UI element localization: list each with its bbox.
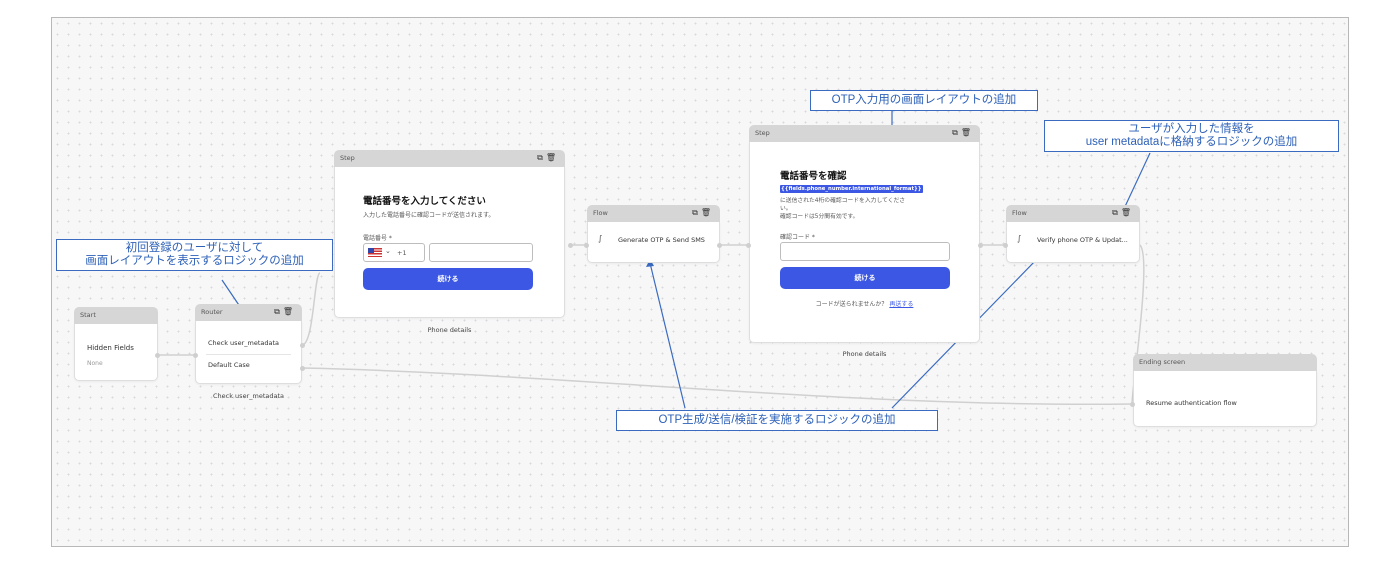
step2-field-label: 確認コード * [780,234,815,241]
connector-lines [158,108,1151,409]
continue-button[interactable]: 続ける [363,268,533,290]
node-header: Flow ⧉🗑 [587,205,720,222]
trash-icon[interactable]: 🗑 [283,307,296,316]
copy-icon[interactable]: ⧉ [952,128,961,137]
resend-row: コードが送られませんか？ 再送する [750,299,979,308]
copy-icon[interactable]: ⧉ [1112,208,1121,217]
chevron-down-icon: ⌄ [385,247,391,255]
phone-number-input[interactable] [429,243,533,262]
dial-code: +1 [397,249,407,257]
trash-icon[interactable]: 🗑 [546,153,559,162]
callout-router-logic: 初回登録のユーザに対して 画面レイアウトを表示するロジックの追加 [56,239,333,271]
node-header: Step ⧉🗑 [749,125,980,142]
node-header: Start [74,307,158,324]
resend-link[interactable]: 再送する [889,301,913,308]
phone-token: {{fields.phone_number.international_form… [780,185,923,193]
step1-desc: 入力した電話番号に確認コードが送信されます。 [363,212,495,219]
node-header: Flow ⧉🗑 [1006,205,1140,222]
router-caption: Check user_metadata [213,392,284,400]
port[interactable] [1003,243,1008,248]
ending-label: Resume authentication flow [1146,399,1237,407]
port[interactable] [300,366,305,371]
port[interactable] [746,243,751,248]
flow1-label: Generate OTP & Send SMS [618,236,705,244]
country-code-select[interactable]: ⌄ +1 [363,243,425,262]
port[interactable] [568,243,573,248]
start-sub: None [87,360,103,367]
router-row-check[interactable]: Check user_metadata [208,339,279,347]
step-node-phone-input[interactable]: Step ⧉🗑 電話番号を入力してください 入力した電話番号に確認コードが送信さ… [334,150,565,318]
router-node[interactable]: Router ⧉🗑 Check user_metadata Default Ca… [195,304,302,384]
step1-caption: Phone details [427,326,472,334]
callout-otp-logic: OTP生成/送信/検証を実施するロジックの追加 [616,410,938,431]
start-node[interactable]: Start Hidden Fields None [74,307,158,381]
step2-caption: Phone details [842,350,887,358]
ending-screen-node[interactable]: Ending screen Resume authentication flow [1133,354,1317,427]
continue-button[interactable]: 続ける [780,267,950,289]
callout-otp-screen: OTP入力用の画面レイアウトの追加 [810,90,1038,111]
flow-node-generate-otp[interactable]: Flow ⧉🗑 ∫ Generate OTP & Send SMS [587,205,720,263]
step-node-otp-verify[interactable]: Step ⧉🗑 電話番号を確認 {{fields.phone_number.in… [749,125,980,343]
callout-metadata-logic: ユーザが入力した情報を user metadataに格納するロジックの追加 [1044,120,1339,152]
step1-field-label: 電話番号 * [363,235,392,242]
step2-heading: 電話番号を確認 [780,171,847,182]
divider [206,354,291,355]
step2-desc-3: 確認コードは5分間有効です。 [780,214,859,220]
copy-icon[interactable]: ⧉ [537,153,546,162]
otp-code-input[interactable] [780,242,950,261]
flow-icon: ∫ [598,234,603,243]
port[interactable] [717,243,722,248]
trash-icon[interactable]: 🗑 [701,208,714,217]
router-row-default[interactable]: Default Case [208,361,250,369]
start-title: Hidden Fields [87,344,134,352]
trash-icon[interactable]: 🗑 [961,128,974,137]
node-header: Step ⧉🗑 [334,150,565,167]
us-flag-icon [368,248,382,257]
port[interactable] [193,353,198,358]
resend-text: コードが送られませんか？ [815,301,888,308]
port[interactable] [978,243,983,248]
copy-icon[interactable]: ⧉ [692,208,701,217]
step2-desc-1: に送信された4桁の確認コードを入力してくださ [780,198,906,204]
copy-icon[interactable]: ⧉ [274,307,283,316]
flow-canvas[interactable]: Start Hidden Fields None Router ⧉🗑 Check… [51,17,1349,547]
flow-icon: ∫ [1017,234,1022,243]
port[interactable] [584,243,589,248]
port[interactable] [1130,402,1135,407]
port[interactable] [155,353,160,358]
node-header: Ending screen [1133,354,1317,371]
flow-node-verify-otp[interactable]: Flow ⧉🗑 ∫ Verify phone OTP & Updat... [1006,205,1140,263]
port[interactable] [300,343,305,348]
flow2-label: Verify phone OTP & Updat... [1037,236,1128,244]
trash-icon[interactable]: 🗑 [1121,208,1134,217]
node-header: Router ⧉🗑 [195,304,302,321]
step1-heading: 電話番号を入力してください [363,196,486,207]
